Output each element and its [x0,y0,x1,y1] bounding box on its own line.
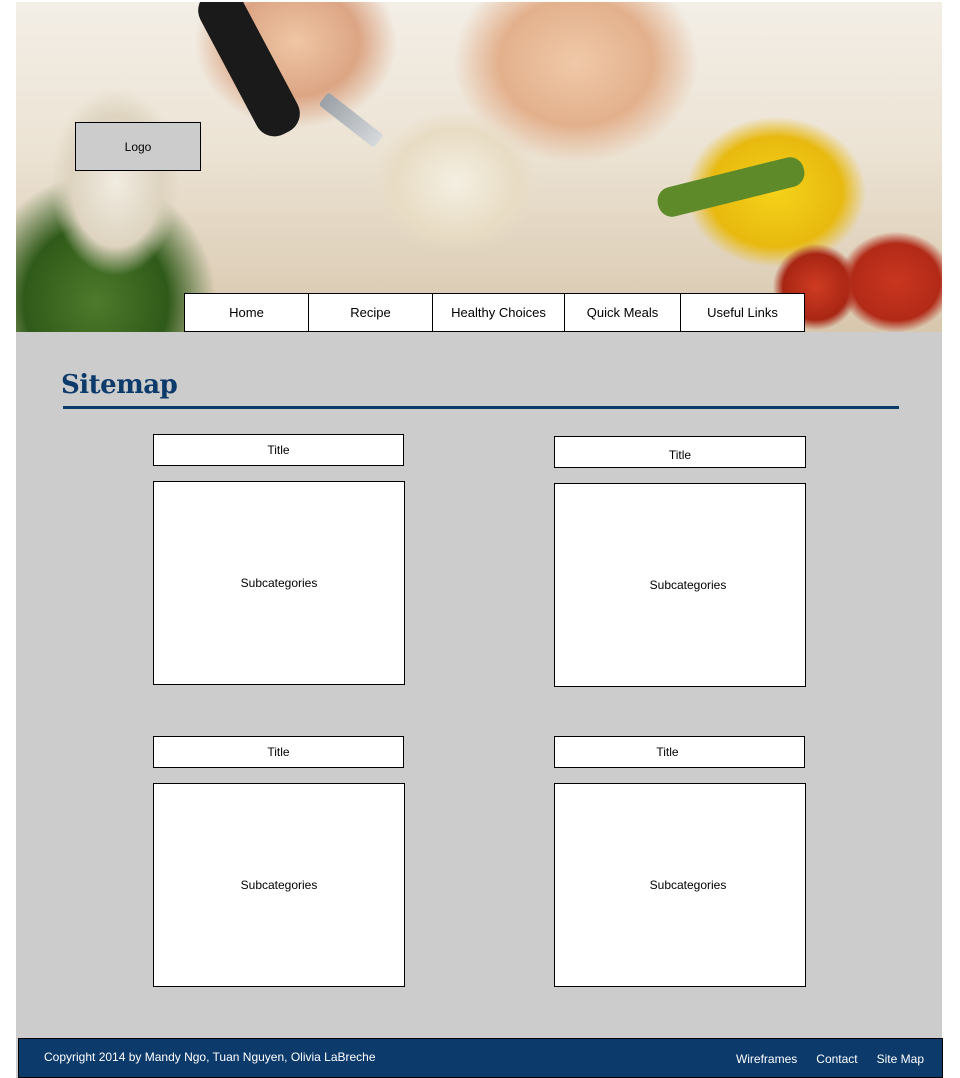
footer-links: Wireframes Contact Site Map [736,1052,924,1066]
footer-link-wireframes[interactable]: Wireframes [736,1052,797,1066]
section-subcategories-3[interactable]: Subcategories [153,783,405,987]
pepper-stem-shape [654,154,808,220]
footer-link-site-map[interactable]: Site Map [877,1052,924,1066]
nav-item-useful-links[interactable]: Useful Links [681,294,804,331]
section-title-3[interactable]: Title [153,736,404,768]
nav-item-home[interactable]: Home [185,294,309,331]
section-title-2[interactable]: Title [554,436,806,468]
section-title-4[interactable]: Title [554,736,805,768]
section-subcategories-2[interactable]: Subcategories [554,483,806,687]
logo[interactable]: Logo [75,122,201,171]
title-divider [63,406,899,409]
knife-blade-shape [318,92,384,148]
main-nav: Home Recipe Healthy Choices Quick Meals … [184,293,805,332]
section-subcategories-1[interactable]: Subcategories [153,481,405,685]
knife-handle-shape [191,2,307,144]
section-title-1[interactable]: Title [153,434,404,466]
copyright-text: Copyright 2014 by Mandy Ngo, Tuan Nguyen… [44,1050,376,1064]
section-subcategories-4[interactable]: Subcategories [554,783,806,987]
footer: Copyright 2014 by Mandy Ngo, Tuan Nguyen… [18,1038,943,1078]
nav-item-healthy-choices[interactable]: Healthy Choices [433,294,565,331]
nav-item-recipe[interactable]: Recipe [309,294,433,331]
nav-item-quick-meals[interactable]: Quick Meals [565,294,681,331]
page-title: Sitemap [61,370,178,400]
footer-link-contact[interactable]: Contact [816,1052,857,1066]
